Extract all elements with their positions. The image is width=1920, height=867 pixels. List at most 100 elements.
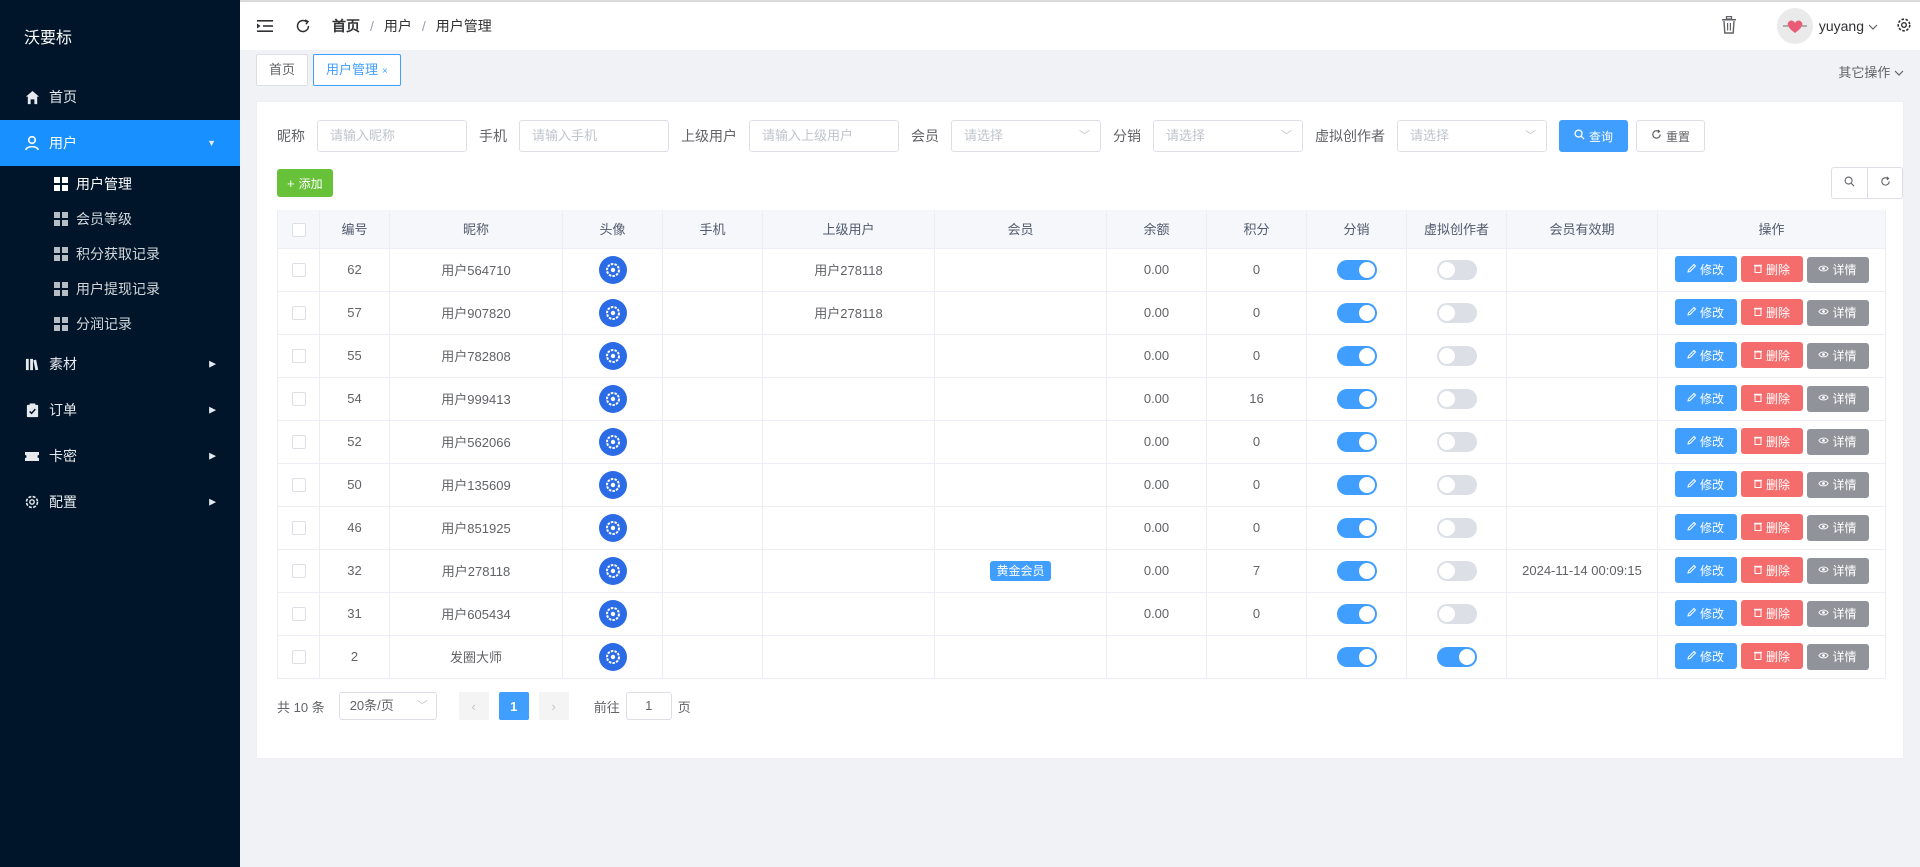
add-button[interactable]: + 添加 (277, 169, 333, 197)
delete-button[interactable]: 删除 (1740, 342, 1803, 369)
row-checkbox[interactable] (291, 263, 306, 278)
delete-button[interactable]: 删除 (1740, 643, 1803, 670)
distribution-switch[interactable] (1336, 646, 1377, 667)
chevron-down-icon[interactable] (1868, 18, 1878, 34)
virtual-creator-switch[interactable] (1436, 431, 1477, 452)
detail-button[interactable]: 详情 (1806, 428, 1869, 455)
trash-icon[interactable] (1721, 15, 1737, 37)
member-select[interactable]: 请选择 ﹀ (951, 120, 1101, 152)
toggle-search-button[interactable] (1831, 167, 1867, 199)
edit-button[interactable]: 修改 (1674, 299, 1737, 326)
sidebar-item-users[interactable]: 用户 ▼ (0, 120, 240, 166)
delete-button[interactable]: 删除 (1740, 600, 1803, 627)
delete-button[interactable]: 删除 (1740, 557, 1803, 584)
page-number-current[interactable]: 1 (498, 692, 529, 720)
edit-button[interactable]: 修改 (1674, 600, 1737, 627)
next-page-button[interactable]: › (538, 692, 569, 720)
distribution-switch[interactable] (1336, 517, 1377, 538)
menu-fold-icon[interactable] (256, 17, 274, 35)
row-checkbox[interactable] (291, 392, 306, 407)
virtual-creator-switch[interactable] (1436, 302, 1477, 323)
row-checkbox[interactable] (291, 349, 306, 364)
distribution-switch[interactable] (1336, 560, 1377, 581)
search-button[interactable]: 查询 (1559, 120, 1629, 152)
distribution-switch[interactable] (1336, 474, 1377, 495)
detail-button[interactable]: 详情 (1806, 342, 1869, 369)
delete-button[interactable]: 删除 (1740, 428, 1803, 455)
reset-button[interactable]: 重置 (1636, 120, 1706, 152)
tag-home[interactable]: 首页 (256, 54, 309, 86)
avatar[interactable] (1776, 8, 1813, 44)
delete-button[interactable]: 删除 (1740, 514, 1803, 541)
virtual-creator-switch[interactable] (1436, 388, 1477, 409)
virtual-creator-switch[interactable] (1436, 560, 1477, 581)
settings-icon[interactable] (1896, 17, 1912, 36)
close-icon[interactable]: × (382, 66, 388, 77)
select-all-checkbox[interactable] (291, 222, 306, 237)
detail-button[interactable]: 详情 (1806, 256, 1869, 283)
delete-button[interactable]: 删除 (1740, 471, 1803, 498)
sidebar-item-cards[interactable]: 卡密 ▶ (0, 433, 240, 479)
nickname-input[interactable]: 请输入昵称 (317, 120, 467, 152)
sidebar-subitem-profit-records[interactable]: 分润记录 (0, 306, 240, 341)
delete-button[interactable]: 删除 (1740, 256, 1803, 283)
virtual-creator-switch[interactable] (1436, 259, 1477, 280)
sidebar-item-materials[interactable]: 素材 ▶ (0, 341, 240, 387)
sidebar-subitem-user-management[interactable]: 用户管理 (0, 166, 240, 201)
distribution-switch[interactable] (1336, 302, 1377, 323)
edit-button[interactable]: 修改 (1674, 256, 1737, 283)
refresh-table-button[interactable] (1867, 167, 1903, 199)
virtual-creator-switch[interactable] (1436, 517, 1477, 538)
edit-button[interactable]: 修改 (1674, 342, 1737, 369)
breadcrumb-item[interactable]: 首页 (332, 16, 360, 36)
detail-button[interactable]: 详情 (1806, 299, 1869, 326)
edit-button[interactable]: 修改 (1674, 557, 1737, 584)
virtual-creator-switch[interactable] (1436, 646, 1477, 667)
sidebar-subitem-withdraw-records[interactable]: 用户提现记录 (0, 271, 240, 306)
detail-button[interactable]: 详情 (1806, 643, 1869, 670)
row-checkbox[interactable] (291, 521, 306, 536)
distribution-switch[interactable] (1336, 259, 1377, 280)
prev-page-button[interactable]: ‹ (458, 692, 489, 720)
edit-button[interactable]: 修改 (1674, 643, 1737, 670)
sidebar-item-home[interactable]: 首页 (0, 74, 240, 120)
detail-button[interactable]: 详情 (1806, 471, 1869, 498)
page-size-select[interactable]: 20条/页 ﹀ (338, 692, 437, 720)
row-checkbox[interactable] (291, 650, 306, 665)
distribution-switch[interactable] (1336, 431, 1377, 452)
virtual-creator-switch[interactable] (1436, 603, 1477, 624)
delete-button[interactable]: 删除 (1740, 385, 1803, 412)
sidebar-item-config[interactable]: 配置 ▶ (0, 479, 240, 525)
distribution-switch[interactable] (1336, 345, 1377, 366)
breadcrumb-item[interactable]: 用户 (384, 16, 412, 36)
detail-button[interactable]: 详情 (1806, 600, 1869, 627)
edit-button[interactable]: 修改 (1674, 385, 1737, 412)
phone-input[interactable]: 请输入手机 (519, 120, 669, 152)
parent-user-input[interactable]: 请输入上级用户 (749, 120, 899, 152)
row-checkbox[interactable] (291, 564, 306, 579)
username[interactable]: yuyang (1819, 18, 1864, 34)
detail-button[interactable]: 详情 (1806, 385, 1869, 412)
row-checkbox[interactable] (291, 435, 306, 450)
sidebar-subitem-points-records[interactable]: 积分获取记录 (0, 236, 240, 271)
row-checkbox[interactable] (291, 607, 306, 622)
distribution-switch[interactable] (1336, 603, 1377, 624)
virtual-creator-select[interactable]: 请选择 ﹀ (1397, 120, 1547, 152)
distribution-select[interactable]: 请选择 ﹀ (1153, 120, 1303, 152)
goto-page-input[interactable]: 1 (625, 692, 672, 720)
sidebar-subitem-member-level[interactable]: 会员等级 (0, 201, 240, 236)
other-operations-dropdown[interactable]: 其它操作 (1838, 62, 1904, 81)
edit-button[interactable]: 修改 (1674, 471, 1737, 498)
row-checkbox[interactable] (291, 478, 306, 493)
delete-button[interactable]: 删除 (1740, 299, 1803, 326)
edit-button[interactable]: 修改 (1674, 514, 1737, 541)
virtual-creator-switch[interactable] (1436, 474, 1477, 495)
virtual-creator-switch[interactable] (1436, 345, 1477, 366)
row-checkbox[interactable] (291, 306, 306, 321)
distribution-switch[interactable] (1336, 388, 1377, 409)
detail-button[interactable]: 详情 (1806, 557, 1869, 584)
sidebar-item-orders[interactable]: 订单 ▶ (0, 387, 240, 433)
detail-button[interactable]: 详情 (1806, 514, 1869, 541)
refresh-icon[interactable] (294, 17, 312, 35)
edit-button[interactable]: 修改 (1674, 428, 1737, 455)
